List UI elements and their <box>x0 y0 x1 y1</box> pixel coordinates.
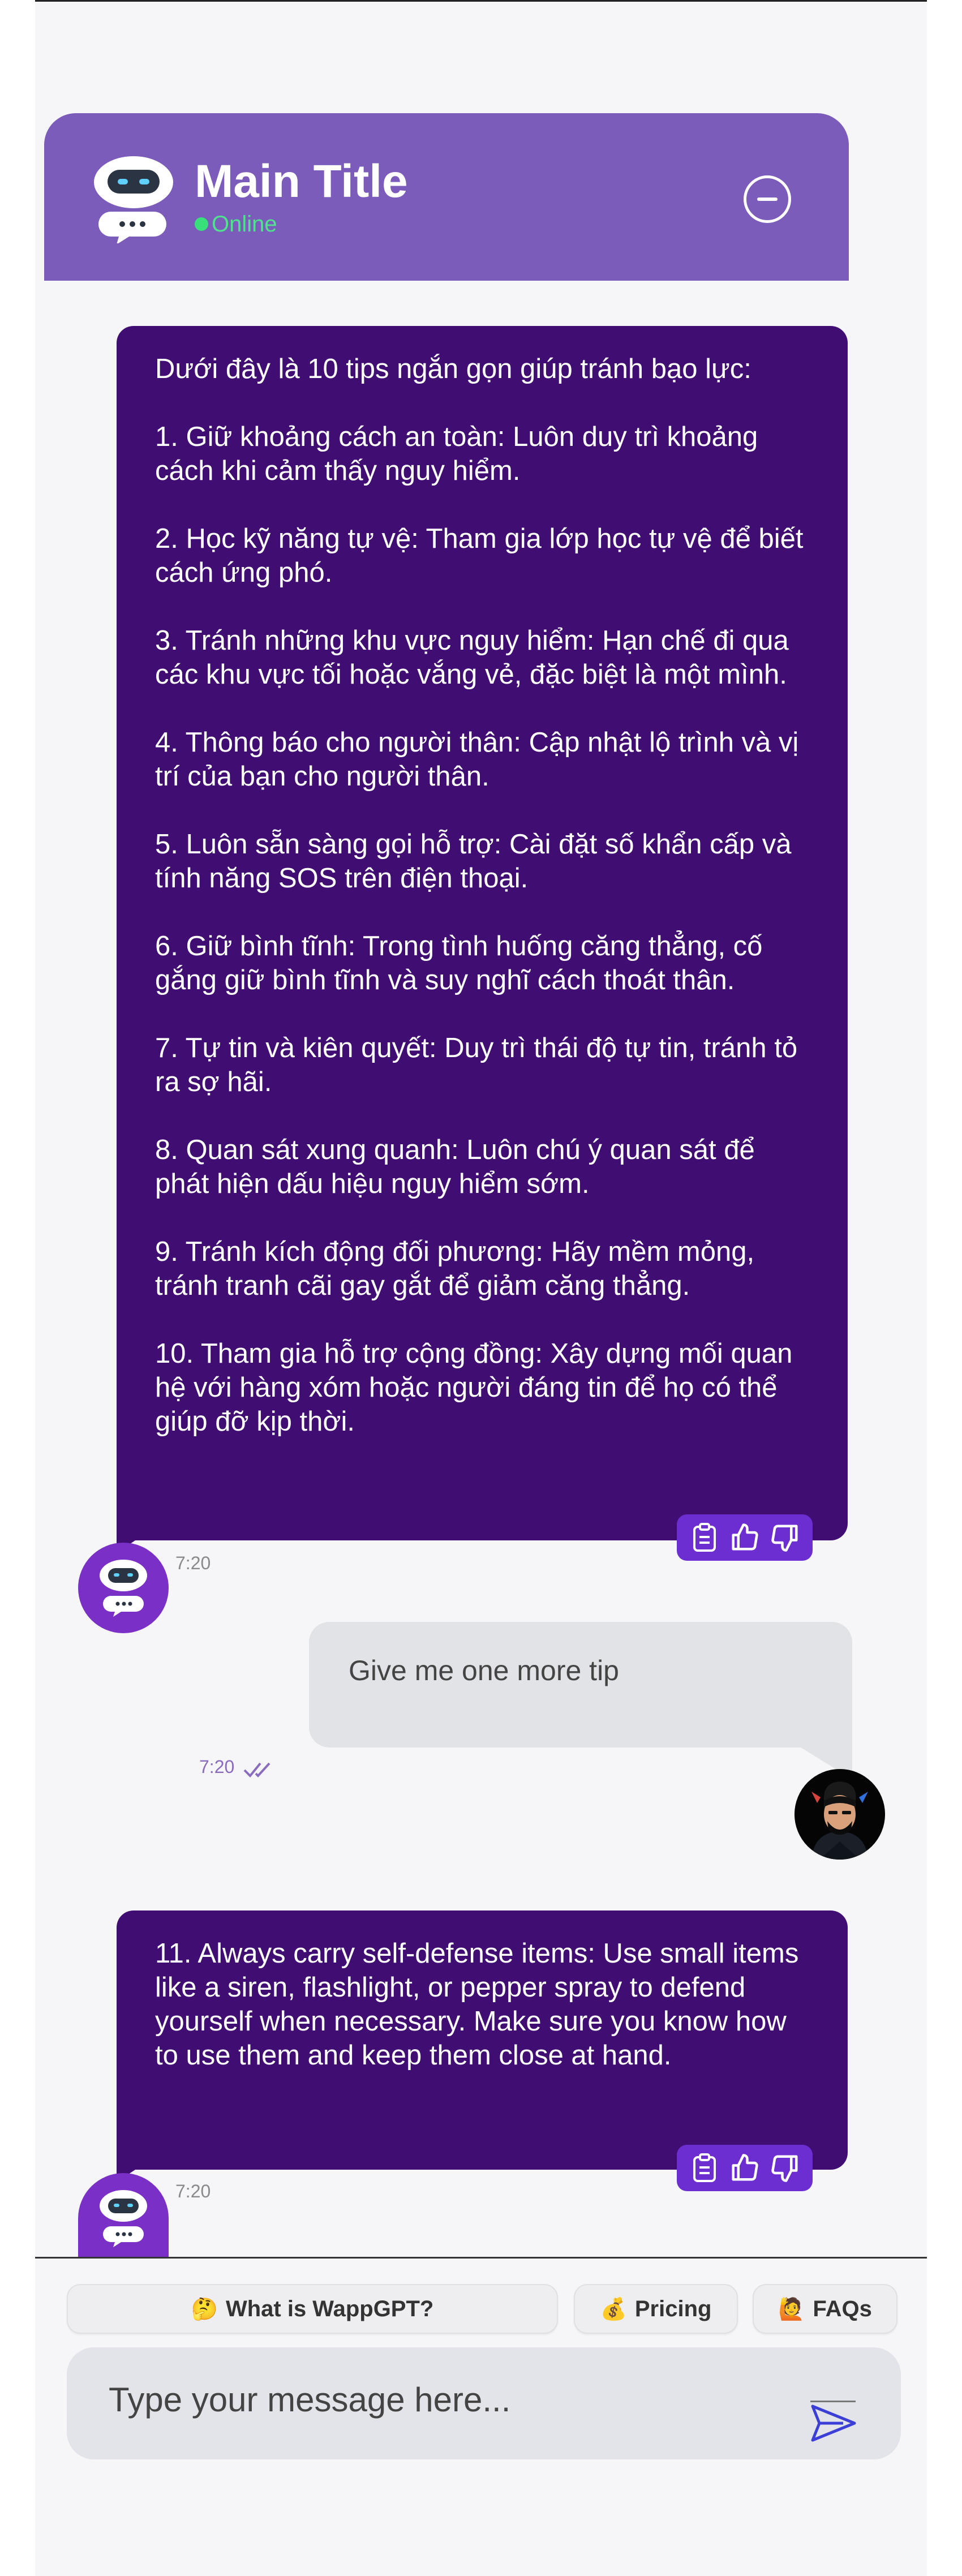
message-paragraph: 1. Giữ khoảng cách an toàn: Luôn duy trì… <box>155 422 758 486</box>
robot-chat-icon <box>94 156 173 243</box>
message-paragraph: 7. Tự tin và kiên quyết: Duy trì thái độ… <box>155 1033 798 1097</box>
quick-reply-what-is-wappgpt[interactable]: 🤔 What is WappGPT? <box>67 2284 558 2334</box>
message-composer <box>67 2347 901 2459</box>
message-input[interactable] <box>109 2377 788 2422</box>
like-button[interactable] <box>727 2150 762 2186</box>
thinking-face-icon: 🤔 <box>191 2296 218 2321</box>
quick-reply-label: Pricing <box>634 2296 712 2321</box>
message-paragraph: 2. Học kỹ năng tự vệ: Tham gia lớp học t… <box>155 523 804 588</box>
message-paragraph: 8. Quan sát xung quanh: Luôn chú ý quan … <box>155 1135 755 1199</box>
message-paragraph: 3. Tránh những khu vực nguy hiểm: Hạn ch… <box>155 625 789 690</box>
bot-avatar <box>78 1543 169 1633</box>
minus-circle-icon <box>757 198 778 201</box>
message-actions <box>677 1514 813 1561</box>
quick-reply-label: What is WappGPT? <box>225 2296 434 2321</box>
robot-chat-icon <box>100 1560 147 1617</box>
message-actions <box>677 2145 813 2191</box>
bot-message: 11. Always carry self-defense items: Use… <box>117 1910 848 2182</box>
online-status: Online <box>195 213 277 235</box>
clipboard-icon <box>693 1523 716 1552</box>
message-time: 7:20 <box>175 2181 211 2201</box>
raising-hand-icon: 🙋 <box>778 2296 805 2321</box>
user-message-text: Give me one more tip <box>349 1655 619 1686</box>
bot-avatar <box>78 2173 169 2257</box>
thumbs-up-icon <box>732 2154 758 2181</box>
message-time: 7:20 <box>175 1553 211 1573</box>
user-avatar-icon <box>794 1769 885 1860</box>
thumbs-up-icon <box>732 1523 758 1551</box>
copy-button[interactable] <box>687 1520 722 1555</box>
money-bag-icon: 💰 <box>600 2296 627 2321</box>
quick-reply-faqs[interactable]: 🙋 FAQs <box>753 2284 897 2334</box>
minimize-button[interactable] <box>744 175 791 223</box>
clipboard-icon <box>693 2153 716 2182</box>
bot-message: Dưới đây là 10 tips ngắn gọn giúp tránh … <box>117 326 848 1553</box>
user-message: Give me one more tip <box>309 1622 852 1779</box>
dislike-button[interactable] <box>767 2150 802 2186</box>
online-dot <box>195 217 208 231</box>
message-paragraph: 10. Tham gia hỗ trợ cộng đồng: Xây dựng … <box>155 1338 793 1437</box>
quick-reply-label: FAQs <box>813 2296 872 2321</box>
dislike-button[interactable] <box>767 1520 802 1555</box>
message-paragraph: 11. Always carry self-defense items: Use… <box>155 1938 799 2071</box>
thumbs-down-icon <box>771 1525 798 1552</box>
message-paragraph: 5. Luôn sẵn sàng gọi hỗ trợ: Cài đặt số … <box>155 829 792 894</box>
send-icon <box>811 2405 856 2442</box>
copy-button[interactable] <box>687 2150 722 2186</box>
chat-header: Main Title Online <box>44 113 849 281</box>
message-time: 7:20 <box>199 1757 235 1777</box>
quick-reply-pricing[interactable]: 💰 Pricing <box>574 2284 738 2334</box>
double-check-icon <box>243 1762 270 1778</box>
footer-divider <box>35 2257 927 2259</box>
message-paragraph: 6. Giữ bình tĩnh: Trong tình huống căng … <box>155 931 763 995</box>
send-button[interactable] <box>809 2402 860 2447</box>
online-status-label: Online <box>212 212 277 237</box>
message-paragraph: 9. Tránh kích động đối phương: Hãy mềm m… <box>155 1237 755 1301</box>
like-button[interactable] <box>727 1520 762 1555</box>
chat-title: Main Title <box>195 156 408 207</box>
message-paragraph: Dưới đây là 10 tips ngắn gọn giúp tránh … <box>155 354 751 384</box>
user-avatar <box>794 1769 885 1860</box>
thumbs-down-icon <box>771 2155 798 2182</box>
message-paragraph: 4. Thông báo cho người thân: Cập nhật lộ… <box>155 727 799 792</box>
robot-chat-icon <box>100 2190 147 2247</box>
